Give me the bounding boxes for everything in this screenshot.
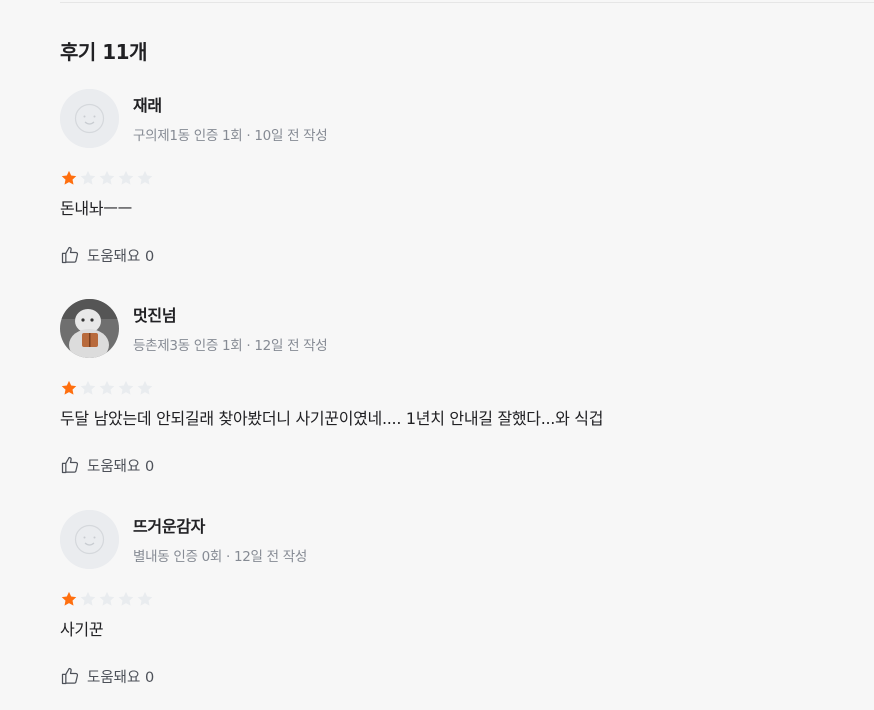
- star-rating: [60, 590, 154, 608]
- review-content: 두달 남았는데 안되길래 찾아봤더니 사기꾼이였네.... 1년치 안내길 잘했…: [60, 409, 604, 428]
- review-item: 뜨거운감자 별내동 인증 0회 · 12일 전 작성 사기꾼 도움돼요 0: [60, 510, 860, 710]
- default-avatar-icon: [60, 510, 119, 569]
- reviewer-nickname[interactable]: 재래: [133, 92, 162, 116]
- helpful-label: 도움돼요 0: [87, 248, 155, 265]
- reviewer-nickname[interactable]: 뜨거운감자: [133, 513, 205, 537]
- star-empty-icon: [80, 380, 96, 395]
- avatar[interactable]: [60, 89, 119, 148]
- thumbs-up-icon: [61, 246, 79, 264]
- star-empty-icon: [137, 591, 153, 606]
- star-empty-icon: [99, 170, 115, 185]
- helpful-button[interactable]: 도움돼요 0: [60, 455, 154, 475]
- reviews-section-title: 후기 11개: [60, 40, 148, 64]
- photo-avatar-icon: [60, 299, 119, 358]
- helpful-button[interactable]: 도움돼요 0: [60, 666, 154, 686]
- thumbs-up-icon: [61, 456, 79, 474]
- avatar[interactable]: [60, 299, 119, 358]
- helpful-label: 도움돼요 0: [87, 458, 155, 475]
- star-empty-icon: [137, 170, 153, 185]
- avatar[interactable]: [60, 510, 119, 569]
- star-filled-icon: [61, 591, 77, 606]
- review-meta: 별내동 인증 0회 · 12일 전 작성: [133, 549, 308, 565]
- star-empty-icon: [118, 170, 134, 185]
- review-meta: 구의제1동 인증 1회 · 10일 전 작성: [133, 128, 328, 144]
- thumbs-up-icon: [61, 667, 79, 685]
- star-empty-icon: [118, 380, 134, 395]
- star-empty-icon: [80, 170, 96, 185]
- star-rating: [60, 169, 154, 187]
- star-rating: [60, 379, 154, 397]
- top-divider: [60, 2, 874, 3]
- star-empty-icon: [137, 380, 153, 395]
- default-avatar-icon: [60, 89, 119, 148]
- review-content: 사기꾼: [60, 620, 104, 639]
- star-filled-icon: [61, 380, 77, 395]
- star-empty-icon: [80, 591, 96, 606]
- helpful-label: 도움돼요 0: [87, 669, 155, 686]
- review-meta: 등촌제3동 인증 1회 · 12일 전 작성: [133, 338, 328, 354]
- star-filled-icon: [61, 170, 77, 185]
- helpful-button[interactable]: 도움돼요 0: [60, 245, 154, 265]
- star-empty-icon: [99, 591, 115, 606]
- review-content: 돈내놔ㅡㅡ: [60, 199, 133, 218]
- star-empty-icon: [99, 380, 115, 395]
- reviewer-nickname[interactable]: 멋진넘: [133, 302, 177, 326]
- review-item: 멋진넘 등촌제3동 인증 1회 · 12일 전 작성 두달 남았는데 안되길래 …: [60, 299, 860, 499]
- star-empty-icon: [118, 591, 134, 606]
- review-item: 재래 구의제1동 인증 1회 · 10일 전 작성 돈내놔ㅡㅡ 도움돼요 0: [60, 89, 860, 289]
